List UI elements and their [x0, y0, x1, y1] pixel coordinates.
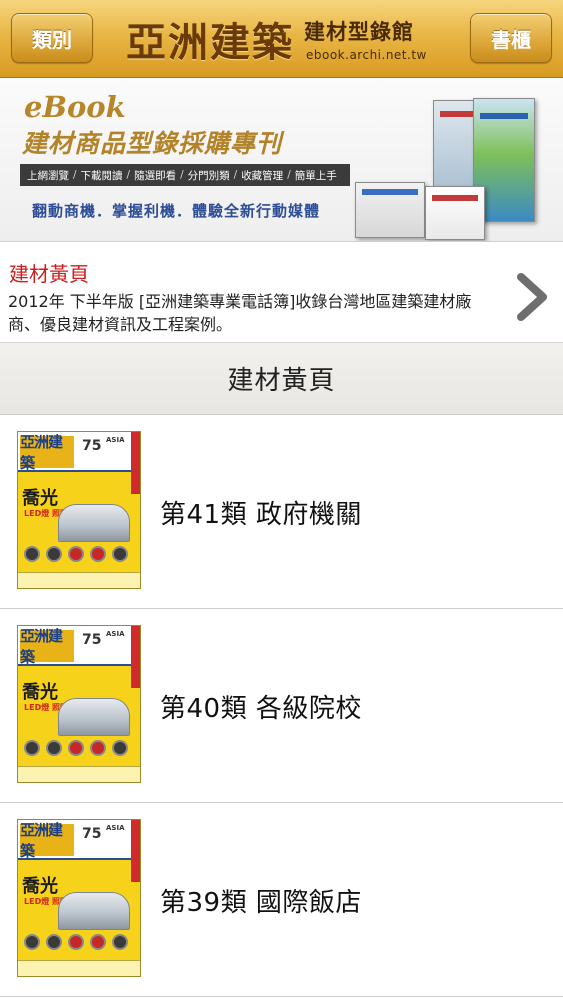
cover-lamp-images — [24, 740, 128, 756]
top-nav-bar: 類別 亞洲建築 建材型錄館 ebook.archi.net.tw 書櫃 — [0, 0, 563, 78]
cover-red-strip — [131, 626, 140, 688]
promo-banner[interactable]: eBook 建材商品型錄採購專刊 上網瀏覽 / 下載閱讀 / 隨選即看 / 分門別類 /… — [0, 78, 563, 242]
cover-asia-label: ASIA — [106, 824, 125, 832]
featured-yellow-pages[interactable]: 建材黃頁 2012年 下半年版 [亞洲建築專業電話簿]收錄台灣地區建築建材廠商、… — [0, 243, 563, 343]
cover-footer — [18, 960, 140, 976]
banner-tag: 收藏管理 — [241, 169, 284, 182]
category-button[interactable]: 類別 — [11, 13, 93, 63]
cover-logo: 亞洲建築 — [20, 627, 74, 666]
banner-tag: 簡單上手 — [294, 169, 337, 182]
cover-asia-label: ASIA — [106, 436, 125, 444]
cover-building-image — [58, 504, 130, 542]
banner-tag: 隨選即看 — [134, 169, 177, 182]
list-item[interactable]: 亞洲建築 75 ASIA 喬光 LED燈 照明 第40類 各級院校 — [0, 609, 563, 803]
cover-header: 亞洲建築 75 ASIA — [18, 626, 140, 666]
cover-brand: 喬光 — [22, 682, 58, 703]
section-header: 建材黃頁 — [0, 343, 563, 415]
brand-url: ebook.archi.net.tw — [306, 48, 427, 62]
magazine-cover — [355, 182, 425, 238]
cover-issue-number: 75 — [82, 632, 102, 648]
cover-building-image — [58, 892, 130, 930]
magazine-stack-image — [355, 92, 555, 240]
banner-tag: 上網瀏覽 — [27, 169, 69, 182]
cover-red-strip — [131, 432, 140, 494]
list-item-label: 第39類 國際飯店 — [160, 887, 362, 918]
cover-issue-number: 75 — [82, 438, 102, 454]
cover-lamp-images — [24, 934, 128, 950]
catalog-cover-thumbnail: 亞洲建築 75 ASIA 喬光 LED燈 照明 — [17, 431, 141, 589]
bookshelf-button[interactable]: 書櫃 — [470, 13, 552, 63]
catalog-cover-thumbnail: 亞洲建築 75 ASIA 喬光 LED燈 照明 — [17, 625, 141, 783]
banner-ebook-label: eBook — [24, 90, 126, 124]
cover-header: 亞洲建築 75 ASIA — [18, 432, 140, 472]
banner-tag: 下載閱讀 — [80, 169, 123, 182]
cover-asia-label: ASIA — [106, 630, 125, 638]
chevron-right-icon[interactable] — [515, 273, 549, 321]
catalog-cover-thumbnail: 亞洲建築 75 ASIA 喬光 LED燈 照明 — [17, 819, 141, 977]
cover-footer — [18, 572, 140, 588]
cover-lamp-images — [24, 546, 128, 562]
brand-main-title: 亞洲建築 — [126, 19, 294, 66]
brand-logo: 亞洲建築 建材型錄館 ebook.archi.net.tw — [122, 8, 442, 70]
catalog-list: 亞洲建築 75 ASIA 喬光 LED燈 照明 第41類 政府機關 亞洲建築 7… — [0, 415, 563, 997]
brand-subtitle: 建材型錄館 — [304, 20, 414, 44]
cover-logo: 亞洲建築 — [20, 433, 74, 472]
featured-title: 建材黃頁 — [9, 262, 89, 286]
cover-issue-number: 75 — [82, 826, 102, 842]
banner-tag: 分門別類 — [187, 169, 230, 182]
cover-building-image — [58, 698, 130, 736]
magazine-cover — [425, 186, 485, 240]
banner-slogan: 翻動商機．掌握利機．體驗全新行動媒體 — [32, 202, 321, 220]
cover-logo: 亞洲建築 — [20, 821, 74, 860]
cover-footer — [18, 766, 140, 782]
list-item[interactable]: 亞洲建築 75 ASIA 喬光 LED燈 照明 第41類 政府機關 — [0, 415, 563, 609]
cover-brand: 喬光 — [22, 876, 58, 897]
banner-feature-tags: 上網瀏覽 / 下載閱讀 / 隨選即看 / 分門別類 / 收藏管理 / 簡單上手 — [20, 164, 350, 186]
banner-title: 建材商品型錄採購專刊 — [22, 129, 283, 158]
featured-description: 2012年 下半年版 [亞洲建築專業電話簿]收錄台灣地區建築建材廠商、優良建材資… — [8, 292, 472, 334]
cover-red-strip — [131, 820, 140, 882]
cover-header: 亞洲建築 75 ASIA — [18, 820, 140, 860]
list-item[interactable]: 亞洲建築 75 ASIA 喬光 LED燈 照明 第39類 國際飯店 — [0, 803, 563, 997]
cover-brand: 喬光 — [22, 488, 58, 509]
list-item-label: 第41類 政府機關 — [160, 499, 362, 530]
list-item-label: 第40類 各級院校 — [160, 693, 362, 724]
